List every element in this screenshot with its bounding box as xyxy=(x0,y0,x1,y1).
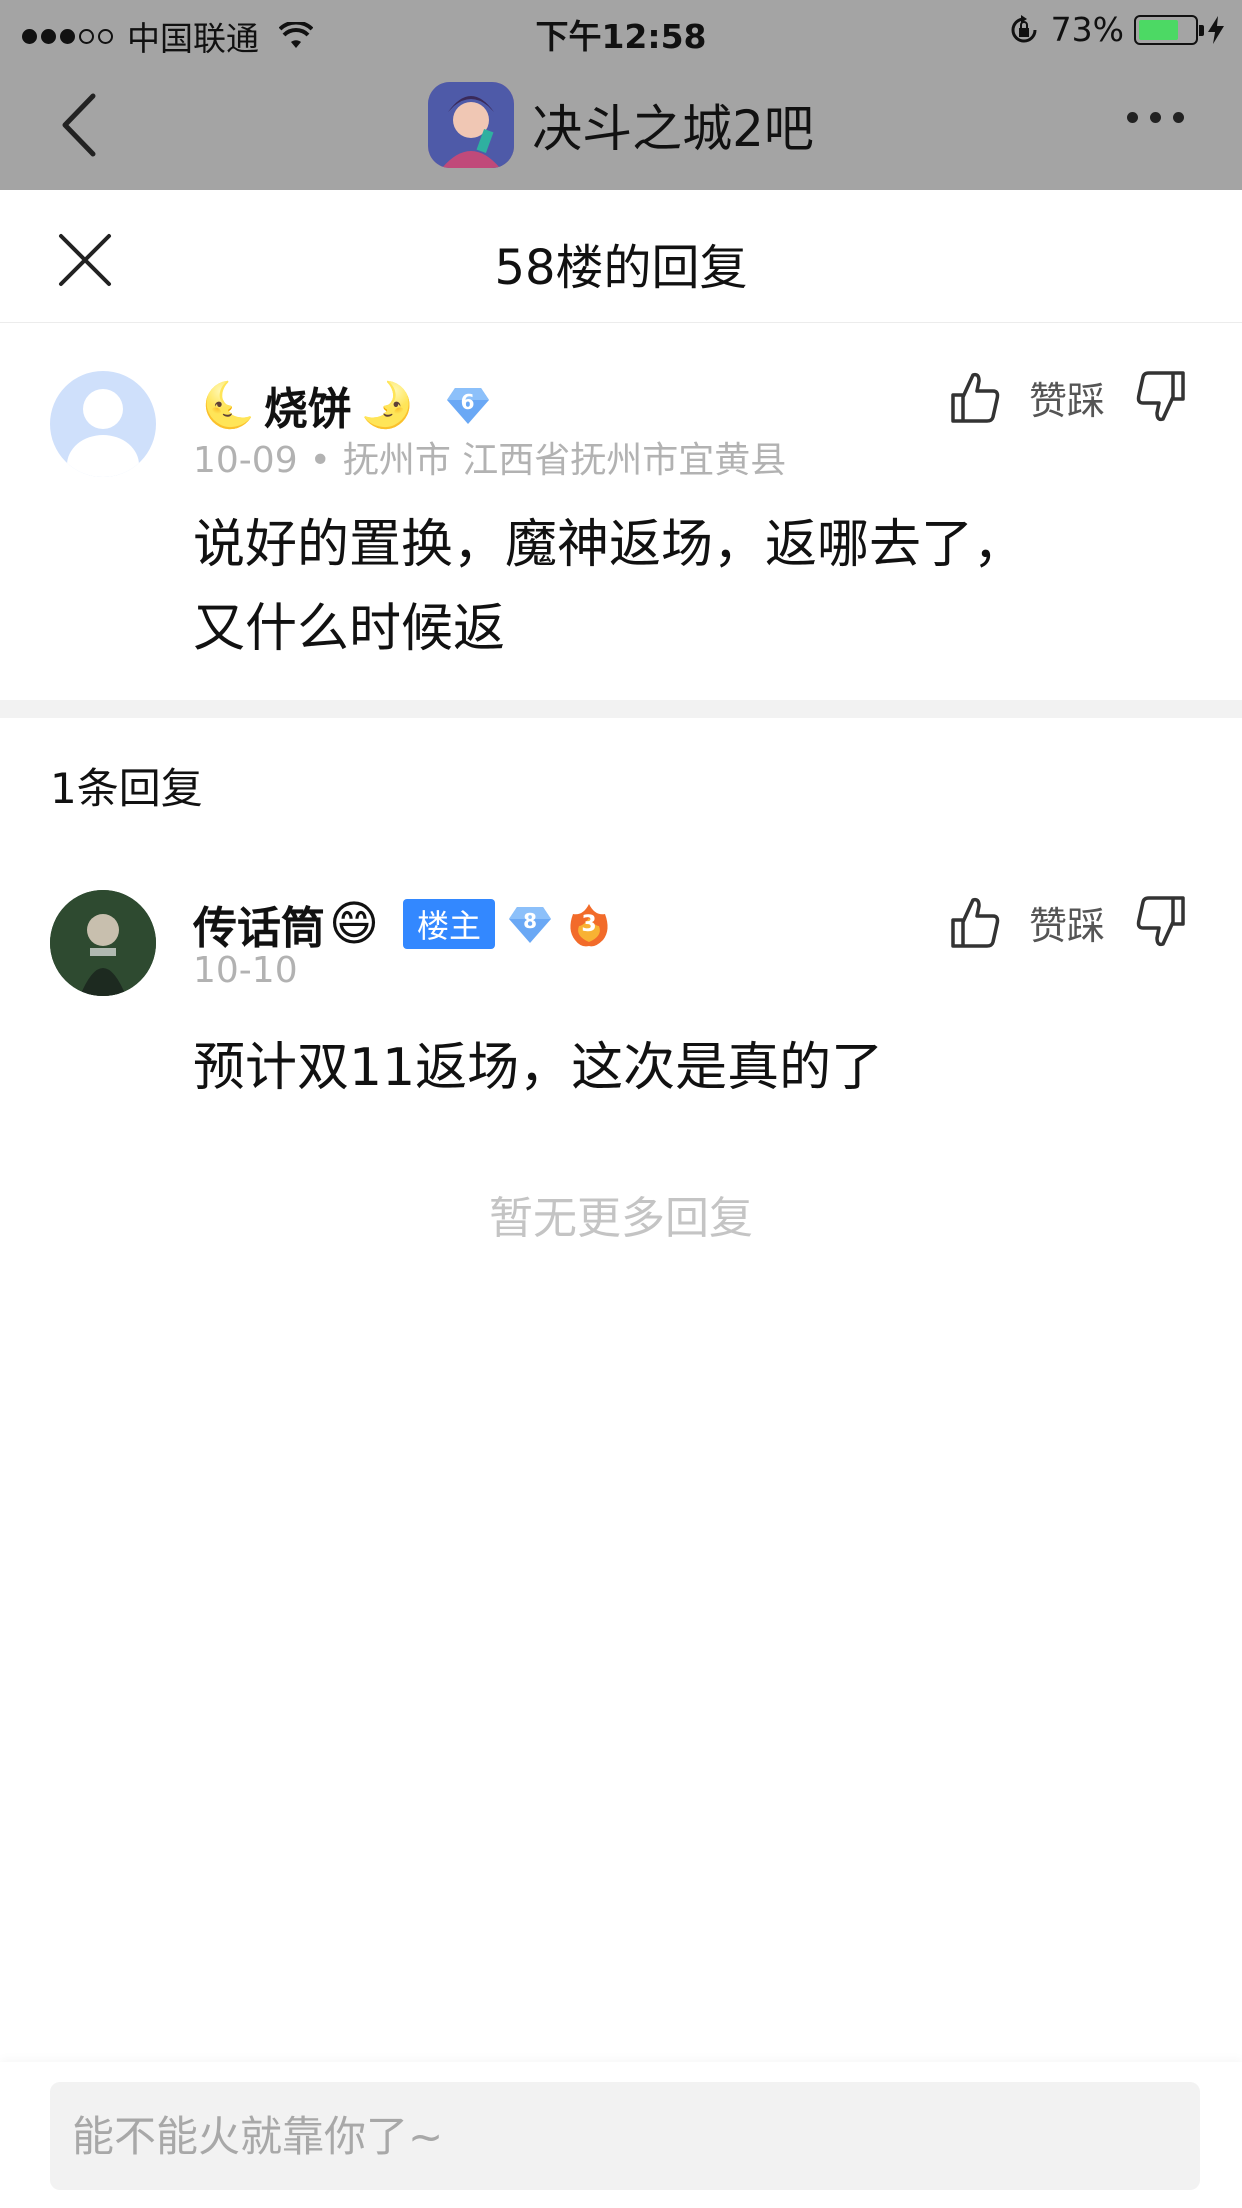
fire-badge: 3 xyxy=(565,900,613,948)
thumbs-down-icon[interactable] xyxy=(1135,894,1187,950)
forum-title: 决斗之城2吧 xyxy=(532,100,814,158)
sheet-title: 58楼的回复 xyxy=(494,240,748,296)
rotation-lock-icon xyxy=(1011,14,1037,42)
reply-content: 预计双11返场，这次是真的了 xyxy=(193,1038,884,1098)
reply-input[interactable] xyxy=(50,2082,1200,2190)
username[interactable]: 烧饼 xyxy=(264,373,352,437)
username-row: 🌜 烧饼 🌛 6 xyxy=(193,373,491,437)
battery-fill xyxy=(1139,19,1179,40)
charging-bolt-icon xyxy=(1208,15,1224,44)
avatar[interactable] xyxy=(50,371,156,477)
vote-actions: 赞踩 xyxy=(949,369,1187,425)
post-content: 说好的置换，魔神返场，返哪去了， 又什么时候返 xyxy=(193,503,1113,671)
section-divider xyxy=(0,700,1242,718)
thumbs-down-icon[interactable] xyxy=(1135,369,1187,425)
avatar[interactable] xyxy=(50,890,156,996)
forum-avatar-art xyxy=(428,82,515,168)
level-badge: 8 xyxy=(507,901,553,947)
reply-meta: 10-10 xyxy=(193,950,298,991)
reply-date: 10-10 xyxy=(193,950,298,991)
post-date: 10-09 xyxy=(193,440,298,481)
post-meta: 10-09 • 抚州市 江西省抚州市宜黄县 xyxy=(193,440,787,481)
moon-icon: 🌛 xyxy=(359,380,415,431)
no-more-replies: 暂无更多回复 xyxy=(489,1193,753,1244)
status-right: 73% xyxy=(1007,10,1224,49)
username[interactable]: 传话筒 xyxy=(193,892,325,956)
reply-count: 1条回复 xyxy=(50,764,203,813)
avatar-photo xyxy=(50,890,156,996)
app-bar: 决斗之城2吧 xyxy=(0,62,1242,190)
moon-icon: 🌜 xyxy=(201,380,256,431)
vote-actions: 赞踩 xyxy=(949,894,1187,950)
level-number: 6 xyxy=(460,390,475,414)
vote-label: 赞踩 xyxy=(1028,903,1105,948)
battery-icon xyxy=(1134,14,1204,45)
grinning-emoji-icon: 😄 xyxy=(329,896,380,952)
fire-level: 3 xyxy=(581,912,597,937)
post-content-line: 又什么时候返 xyxy=(193,599,506,659)
username-row: 传话筒 😄 楼主 8 3 xyxy=(193,892,613,956)
forum-header[interactable]: 决斗之城2吧 xyxy=(0,82,1242,168)
post-location: 抚州市 江西省抚州市宜黄县 xyxy=(342,440,787,481)
reply-input-bar xyxy=(0,2062,1242,2208)
battery-percent: 73% xyxy=(1050,10,1124,49)
level-number: 8 xyxy=(523,909,538,933)
level-badge: 6 xyxy=(445,382,491,428)
post-content-line: 说好的置换，魔神返场，返哪去了， xyxy=(193,515,1026,575)
main-post: 🌜 烧饼 🌛 6 10-09 • 抚州市 江西省抚州市宜黄县 说好的置换，魔神返场，… xyxy=(0,323,1242,700)
forum-avatar xyxy=(428,82,515,168)
sheet-header: 58楼的回复 xyxy=(0,190,1242,323)
status-bar: 中国联通 下午12:58 73% xyxy=(0,0,1242,62)
vote-label: 赞踩 xyxy=(1028,378,1105,423)
reply-item: 传话筒 😄 楼主 8 3 10-10 预计双11返场，这次是真的了 赞踩 xyxy=(0,880,1242,1140)
thumbs-up-icon[interactable] xyxy=(949,894,1001,950)
owner-badge: 楼主 xyxy=(403,899,496,949)
dimmed-header: 中国联通 下午12:58 73% 决斗之城2吧 xyxy=(0,0,1242,190)
thumbs-up-icon[interactable] xyxy=(949,369,1001,425)
more-icon[interactable] xyxy=(1115,112,1184,123)
